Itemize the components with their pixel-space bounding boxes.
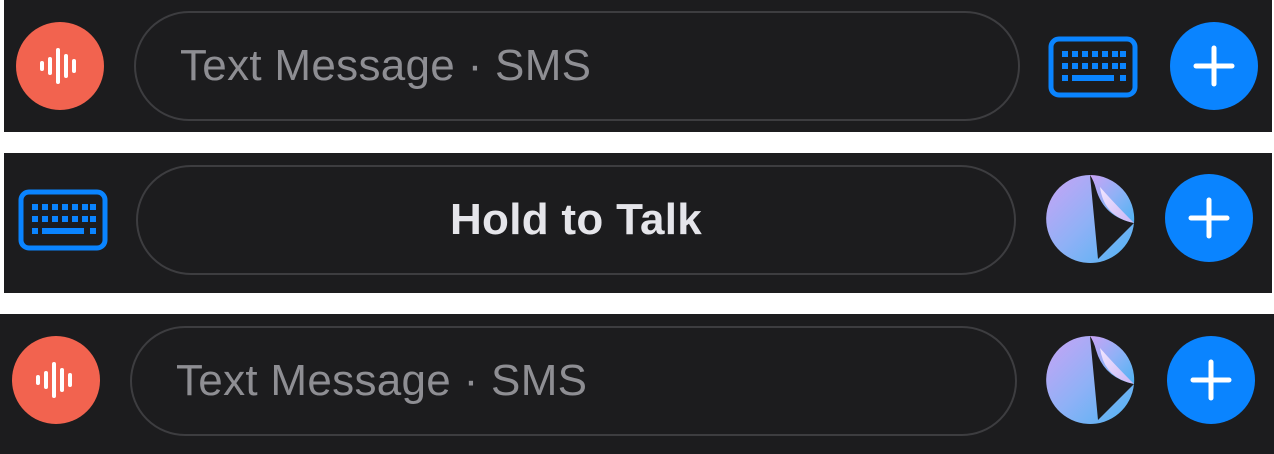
sticker-icon <box>1046 174 1135 263</box>
waveform-icon <box>40 48 76 84</box>
sticker-icon <box>1046 335 1135 424</box>
waveform-icon <box>36 362 72 398</box>
add-attachment-button[interactable] <box>1167 336 1255 424</box>
message-placeholder: Text Message · SMS <box>176 356 588 405</box>
message-input-bar: Text Message · SMS <box>0 314 1274 454</box>
plus-icon <box>1188 197 1230 239</box>
hold-to-talk-label: Hold to Talk <box>449 195 703 244</box>
voice-message-button[interactable] <box>16 22 104 110</box>
keyboard-button[interactable] <box>18 189 108 251</box>
message-text-field[interactable]: Text Message · SMS <box>134 11 1020 121</box>
keyboard-button[interactable] <box>1048 36 1138 98</box>
add-attachment-button[interactable] <box>1170 22 1258 110</box>
message-placeholder: Text Message · SMS <box>180 41 592 90</box>
message-text-field[interactable]: Text Message · SMS <box>130 326 1017 436</box>
plus-icon <box>1193 45 1235 87</box>
voice-message-button[interactable] <box>12 336 100 424</box>
message-input-bar: Text Message · SMS <box>4 0 1272 132</box>
keyboard-icon <box>18 189 108 251</box>
message-input-bar: Hold to Talk <box>4 153 1272 293</box>
keyboard-icon <box>1048 36 1138 98</box>
hold-to-talk-button[interactable]: Hold to Talk <box>136 165 1016 275</box>
sticker-button[interactable] <box>1044 334 1136 426</box>
plus-icon <box>1190 359 1232 401</box>
add-attachment-button[interactable] <box>1165 174 1253 262</box>
sticker-button[interactable] <box>1044 173 1136 265</box>
